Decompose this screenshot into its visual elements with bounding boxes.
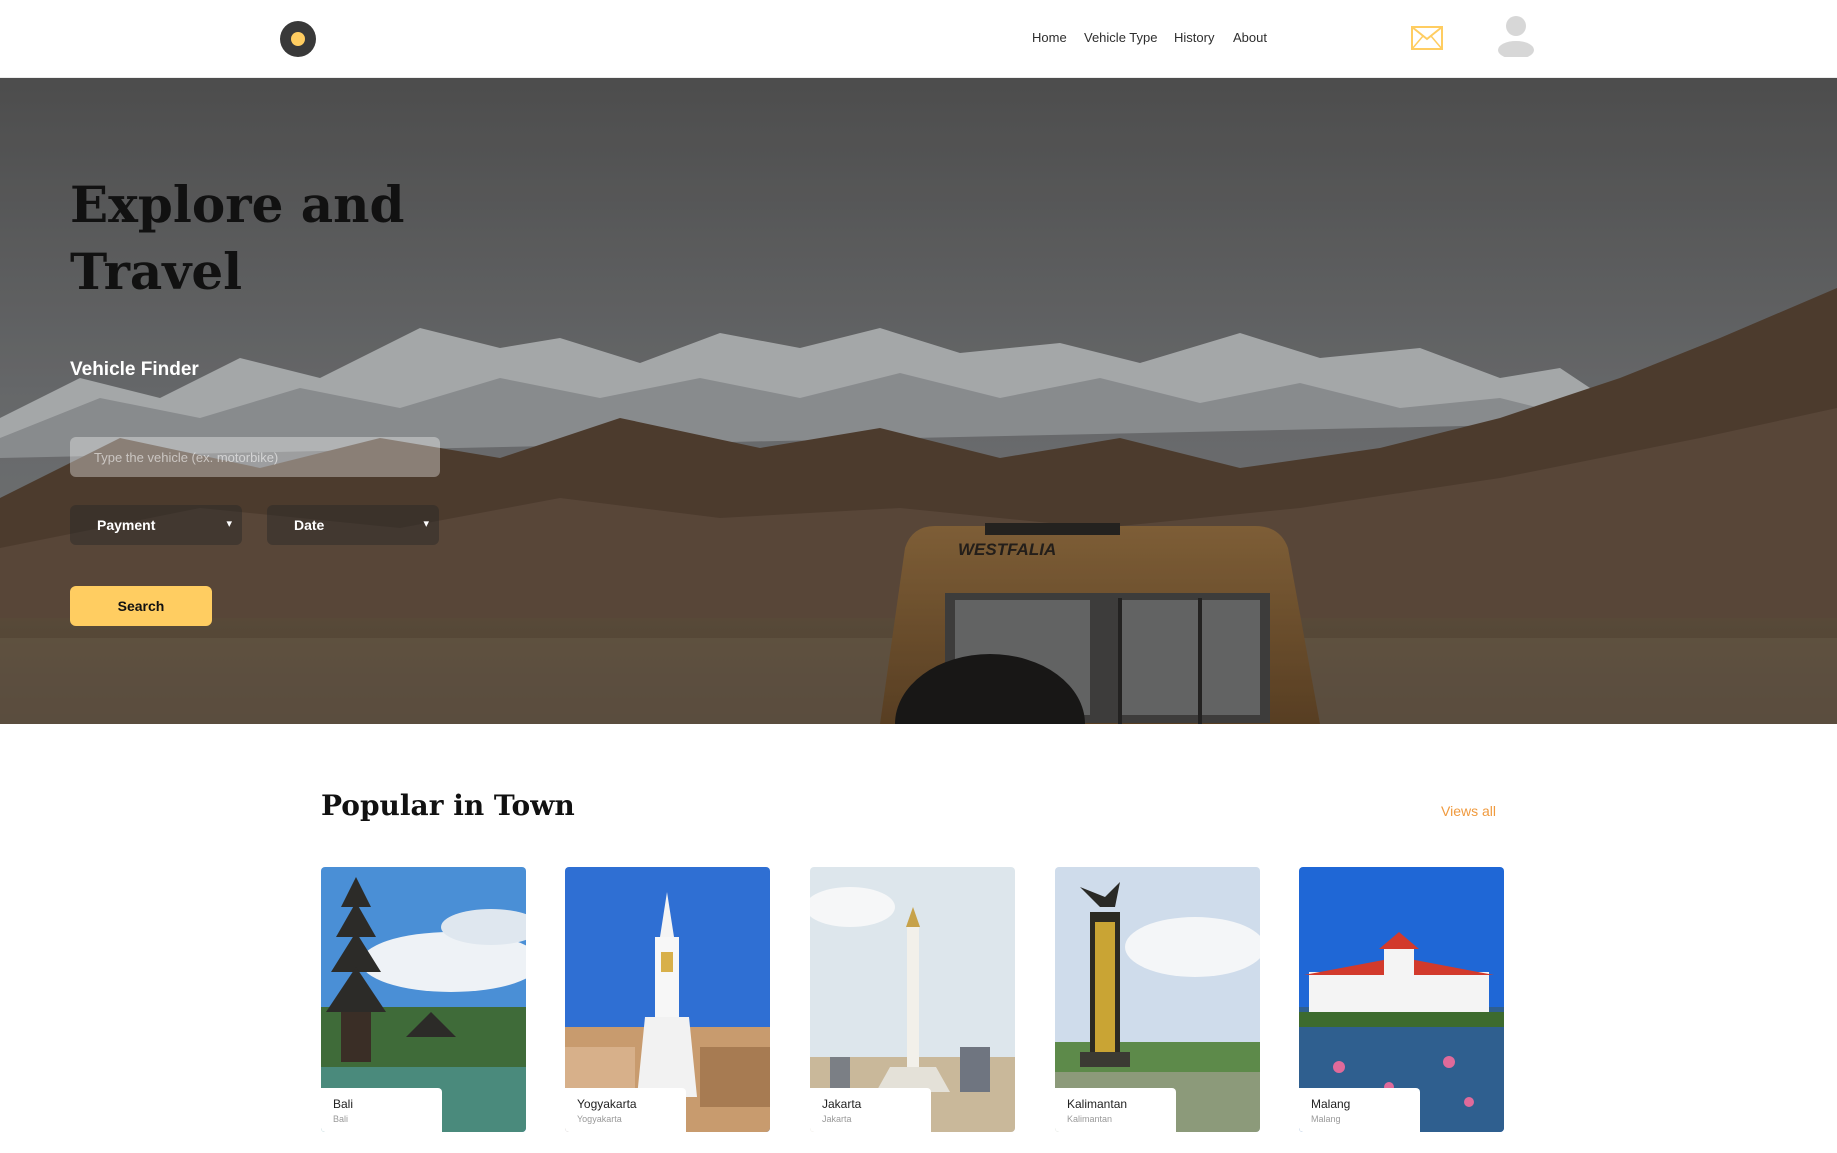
user-avatar-icon[interactable] [1497, 15, 1535, 57]
nav-vehicle-type[interactable]: Vehicle Type [1084, 30, 1157, 45]
nav-about[interactable]: About [1233, 30, 1267, 45]
chevron-down-icon: ▾ [423, 518, 429, 530]
hero-title-line1: Explore and [70, 175, 405, 234]
search-button[interactable]: Search [70, 586, 212, 626]
card-name: Yogyakarta [577, 1097, 637, 1111]
date-select-label: Date [294, 517, 325, 533]
destination-card-yogyakarta[interactable]: Yogyakarta Yogyakarta [565, 867, 770, 1132]
popular-section-title: Popular in Town [321, 789, 575, 822]
hero-title: Explore and Travel [70, 171, 470, 305]
card-location: Bali [333, 1114, 349, 1124]
hero-title-line2: Travel [70, 242, 243, 301]
card-label: Malang Malang [1299, 1088, 1420, 1132]
payment-select[interactable]: Payment ▾ [70, 505, 242, 545]
card-location: Kalimantan [1067, 1114, 1113, 1124]
chevron-down-icon: ▾ [226, 518, 232, 530]
destination-card-kalimantan[interactable]: Kalimantan Kalimantan [1055, 867, 1260, 1132]
date-select[interactable]: Date ▾ [267, 505, 439, 545]
logo-dot [291, 32, 305, 46]
payment-select-label: Payment [97, 517, 156, 533]
nav-history[interactable]: History [1174, 30, 1214, 45]
destination-card-bali[interactable]: Bali Bali [321, 867, 526, 1132]
destination-card-jakarta[interactable]: Jakarta Jakarta [810, 867, 1015, 1132]
mail-icon[interactable] [1411, 26, 1443, 50]
vehicle-search-input[interactable] [70, 437, 440, 477]
card-label: Kalimantan Kalimantan [1055, 1088, 1176, 1132]
card-name: Jakarta [822, 1097, 862, 1111]
card-label: Bali Bali [321, 1088, 442, 1132]
card-label: Yogyakarta Yogyakarta [565, 1088, 686, 1132]
logo-icon[interactable] [280, 21, 316, 57]
card-name: Kalimantan [1067, 1097, 1128, 1111]
navbar: Home Vehicle Type History About [0, 0, 1837, 78]
card-location: Yogyakarta [577, 1114, 622, 1124]
destination-card-malang[interactable]: Malang Malang [1299, 867, 1504, 1132]
card-name: Malang [1311, 1097, 1351, 1111]
hero-banner: WESTFALIA Explore and Travel Vehicle Fin… [0, 78, 1837, 724]
vehicle-finder-title: Vehicle Finder [70, 359, 199, 380]
card-name: Bali [333, 1097, 354, 1111]
card-label: Jakarta Jakarta [810, 1088, 931, 1132]
nav-home[interactable]: Home [1032, 30, 1067, 45]
card-location: Malang [1311, 1114, 1341, 1124]
card-location: Jakarta [822, 1114, 852, 1124]
views-all-link[interactable]: Views all [1441, 803, 1496, 819]
